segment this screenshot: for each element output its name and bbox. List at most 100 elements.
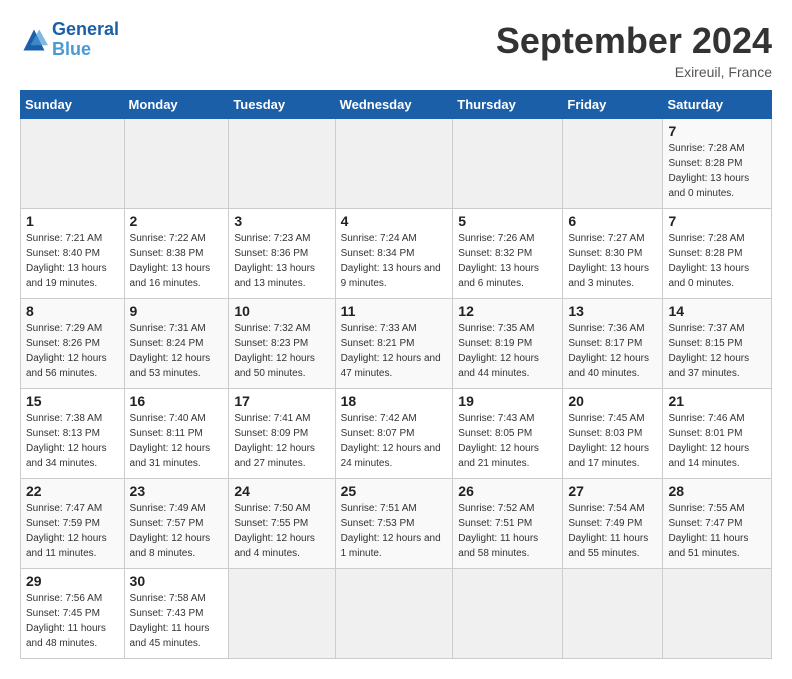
table-row: 30 Sunrise: 7:58 AM Sunset: 7:43 PM Dayl… <box>124 569 229 659</box>
day-number: 18 <box>341 393 448 409</box>
table-row: 19 Sunrise: 7:43 AM Sunset: 8:05 PM Dayl… <box>453 389 563 479</box>
table-row: 27 Sunrise: 7:54 AM Sunset: 7:49 PM Dayl… <box>563 479 663 569</box>
day-number: 14 <box>668 303 766 319</box>
day-number: 28 <box>668 483 766 499</box>
day-info: Sunrise: 7:56 AM Sunset: 7:45 PM Dayligh… <box>26 591 119 651</box>
day-info: Sunrise: 7:58 AM Sunset: 7:43 PM Dayligh… <box>130 591 224 651</box>
day-number: 9 <box>130 303 224 319</box>
table-row: 20 Sunrise: 7:45 AM Sunset: 8:03 PM Dayl… <box>563 389 663 479</box>
table-row <box>229 569 335 659</box>
day-number: 30 <box>130 573 224 589</box>
day-number: 11 <box>341 303 448 319</box>
col-friday: Friday <box>563 91 663 119</box>
table-row <box>335 119 453 209</box>
header-row: Sunday Monday Tuesday Wednesday Thursday… <box>21 91 772 119</box>
table-row: 11 Sunrise: 7:33 AM Sunset: 8:21 PM Dayl… <box>335 299 453 389</box>
col-thursday: Thursday <box>453 91 563 119</box>
day-number: 19 <box>458 393 557 409</box>
calendar-header: Sunday Monday Tuesday Wednesday Thursday… <box>21 91 772 119</box>
day-info: Sunrise: 7:36 AM Sunset: 8:17 PM Dayligh… <box>568 321 657 381</box>
day-info: Sunrise: 7:47 AM Sunset: 7:59 PM Dayligh… <box>26 501 119 561</box>
calendar-row: 1 Sunrise: 7:21 AM Sunset: 8:40 PM Dayli… <box>21 209 772 299</box>
month-title: September 2024 <box>496 20 772 62</box>
day-info: Sunrise: 7:38 AM Sunset: 8:13 PM Dayligh… <box>26 411 119 471</box>
day-number: 25 <box>341 483 448 499</box>
day-info: Sunrise: 7:42 AM Sunset: 8:07 PM Dayligh… <box>341 411 448 471</box>
table-row: 2 Sunrise: 7:22 AM Sunset: 8:38 PM Dayli… <box>124 209 229 299</box>
day-number: 17 <box>234 393 329 409</box>
table-row <box>229 119 335 209</box>
page-header: General Blue September 2024 Exireuil, Fr… <box>20 20 772 80</box>
day-info: Sunrise: 7:28 AM Sunset: 8:28 PM Dayligh… <box>668 141 766 201</box>
day-number: 24 <box>234 483 329 499</box>
table-row: 12 Sunrise: 7:35 AM Sunset: 8:19 PM Dayl… <box>453 299 563 389</box>
table-row: 16 Sunrise: 7:40 AM Sunset: 8:11 PM Dayl… <box>124 389 229 479</box>
table-row: 4 Sunrise: 7:24 AM Sunset: 8:34 PM Dayli… <box>335 209 453 299</box>
table-row <box>563 569 663 659</box>
day-info: Sunrise: 7:28 AM Sunset: 8:28 PM Dayligh… <box>668 231 766 291</box>
day-info: Sunrise: 7:54 AM Sunset: 7:49 PM Dayligh… <box>568 501 657 561</box>
table-row: 1 Sunrise: 7:21 AM Sunset: 8:40 PM Dayli… <box>21 209 125 299</box>
table-row <box>453 119 563 209</box>
day-number: 13 <box>568 303 657 319</box>
day-number: 2 <box>130 213 224 229</box>
day-info: Sunrise: 7:31 AM Sunset: 8:24 PM Dayligh… <box>130 321 224 381</box>
table-row <box>453 569 563 659</box>
day-number: 16 <box>130 393 224 409</box>
day-number: 3 <box>234 213 329 229</box>
day-info: Sunrise: 7:51 AM Sunset: 7:53 PM Dayligh… <box>341 501 448 561</box>
day-info: Sunrise: 7:21 AM Sunset: 8:40 PM Dayligh… <box>26 231 119 291</box>
table-row: 13 Sunrise: 7:36 AM Sunset: 8:17 PM Dayl… <box>563 299 663 389</box>
day-info: Sunrise: 7:37 AM Sunset: 8:15 PM Dayligh… <box>668 321 766 381</box>
table-row: 28 Sunrise: 7:55 AM Sunset: 7:47 PM Dayl… <box>663 479 772 569</box>
col-wednesday: Wednesday <box>335 91 453 119</box>
table-row: 21 Sunrise: 7:46 AM Sunset: 8:01 PM Dayl… <box>663 389 772 479</box>
table-row: 14 Sunrise: 7:37 AM Sunset: 8:15 PM Dayl… <box>663 299 772 389</box>
day-info: Sunrise: 7:24 AM Sunset: 8:34 PM Dayligh… <box>341 231 448 291</box>
day-info: Sunrise: 7:50 AM Sunset: 7:55 PM Dayligh… <box>234 501 329 561</box>
day-info: Sunrise: 7:33 AM Sunset: 8:21 PM Dayligh… <box>341 321 448 381</box>
table-row: 23 Sunrise: 7:49 AM Sunset: 7:57 PM Dayl… <box>124 479 229 569</box>
day-number: 23 <box>130 483 224 499</box>
day-number: 4 <box>341 213 448 229</box>
day-info: Sunrise: 7:46 AM Sunset: 8:01 PM Dayligh… <box>668 411 766 471</box>
table-row: 26 Sunrise: 7:52 AM Sunset: 7:51 PM Dayl… <box>453 479 563 569</box>
calendar-body: 7 Sunrise: 7:28 AM Sunset: 8:28 PM Dayli… <box>21 119 772 659</box>
calendar-row: 29 Sunrise: 7:56 AM Sunset: 7:45 PM Dayl… <box>21 569 772 659</box>
day-info: Sunrise: 7:41 AM Sunset: 8:09 PM Dayligh… <box>234 411 329 471</box>
day-number: 15 <box>26 393 119 409</box>
table-row: 29 Sunrise: 7:56 AM Sunset: 7:45 PM Dayl… <box>21 569 125 659</box>
table-row: 3 Sunrise: 7:23 AM Sunset: 8:36 PM Dayli… <box>229 209 335 299</box>
day-number: 22 <box>26 483 119 499</box>
table-row <box>563 119 663 209</box>
table-row: 7 Sunrise: 7:28 AM Sunset: 8:28 PM Dayli… <box>663 209 772 299</box>
day-info: Sunrise: 7:27 AM Sunset: 8:30 PM Dayligh… <box>568 231 657 291</box>
day-number: 27 <box>568 483 657 499</box>
calendar-row: 15 Sunrise: 7:38 AM Sunset: 8:13 PM Dayl… <box>21 389 772 479</box>
table-row: 8 Sunrise: 7:29 AM Sunset: 8:26 PM Dayli… <box>21 299 125 389</box>
table-row <box>124 119 229 209</box>
logo-text: General Blue <box>52 20 119 60</box>
table-row: 7 Sunrise: 7:28 AM Sunset: 8:28 PM Dayli… <box>663 119 772 209</box>
table-row: 10 Sunrise: 7:32 AM Sunset: 8:23 PM Dayl… <box>229 299 335 389</box>
day-number: 7 <box>668 123 766 139</box>
calendar-row: 22 Sunrise: 7:47 AM Sunset: 7:59 PM Dayl… <box>21 479 772 569</box>
day-info: Sunrise: 7:26 AM Sunset: 8:32 PM Dayligh… <box>458 231 557 291</box>
table-row: 17 Sunrise: 7:41 AM Sunset: 8:09 PM Dayl… <box>229 389 335 479</box>
table-row <box>663 569 772 659</box>
day-info: Sunrise: 7:45 AM Sunset: 8:03 PM Dayligh… <box>568 411 657 471</box>
col-monday: Monday <box>124 91 229 119</box>
calendar-table: Sunday Monday Tuesday Wednesday Thursday… <box>20 90 772 659</box>
col-tuesday: Tuesday <box>229 91 335 119</box>
day-number: 12 <box>458 303 557 319</box>
calendar-row: 7 Sunrise: 7:28 AM Sunset: 8:28 PM Dayli… <box>21 119 772 209</box>
day-info: Sunrise: 7:40 AM Sunset: 8:11 PM Dayligh… <box>130 411 224 471</box>
day-info: Sunrise: 7:43 AM Sunset: 8:05 PM Dayligh… <box>458 411 557 471</box>
day-info: Sunrise: 7:35 AM Sunset: 8:19 PM Dayligh… <box>458 321 557 381</box>
day-number: 1 <box>26 213 119 229</box>
table-row: 6 Sunrise: 7:27 AM Sunset: 8:30 PM Dayli… <box>563 209 663 299</box>
day-info: Sunrise: 7:32 AM Sunset: 8:23 PM Dayligh… <box>234 321 329 381</box>
day-number: 7 <box>668 213 766 229</box>
day-number: 26 <box>458 483 557 499</box>
table-row: 25 Sunrise: 7:51 AM Sunset: 7:53 PM Dayl… <box>335 479 453 569</box>
